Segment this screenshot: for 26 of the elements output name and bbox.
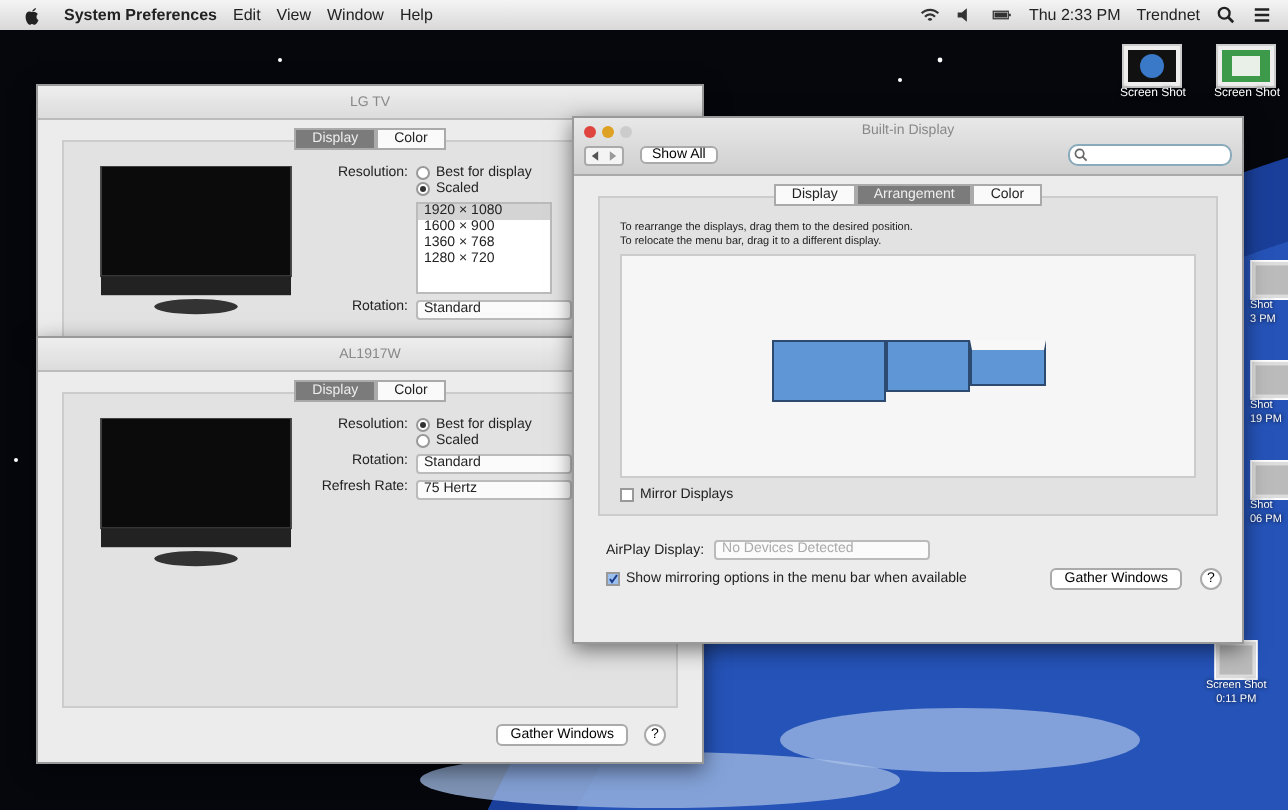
search-icon xyxy=(1074,148,1088,162)
search-field[interactable] xyxy=(1068,144,1232,166)
display-thumbnail[interactable] xyxy=(885,340,969,392)
radio-button[interactable] xyxy=(416,182,430,196)
screenshot-thumbnail-icon[interactable] xyxy=(1122,44,1183,88)
display-thumbnail[interactable] xyxy=(771,340,885,402)
menu-item[interactable]: Edit xyxy=(233,6,261,24)
menu-item[interactable]: Help xyxy=(399,6,433,24)
radio-button[interactable] xyxy=(416,434,430,448)
user-menu[interactable]: Trendnet xyxy=(1136,6,1200,24)
close-button[interactable] xyxy=(584,125,596,137)
radio-button[interactable] xyxy=(416,418,430,432)
apple-icon[interactable] xyxy=(24,5,40,25)
radio-button[interactable] xyxy=(416,166,430,180)
battery-icon[interactable] xyxy=(992,6,1013,24)
menu-item[interactable]: Window xyxy=(327,6,384,24)
clock[interactable]: Thu 2:33 PM xyxy=(1028,6,1121,24)
checkbox[interactable] xyxy=(606,572,620,586)
minimize-button[interactable] xyxy=(602,125,614,137)
checkbox[interactable] xyxy=(620,488,634,502)
wifi-icon[interactable] xyxy=(920,6,941,24)
screenshot-thumbnail-icon[interactable] xyxy=(1216,44,1277,88)
list-icon[interactable] xyxy=(1252,6,1272,24)
menu-item[interactable]: View xyxy=(276,6,311,24)
app-menu[interactable]: System Preferences xyxy=(64,6,217,24)
search-icon[interactable] xyxy=(1216,6,1236,24)
